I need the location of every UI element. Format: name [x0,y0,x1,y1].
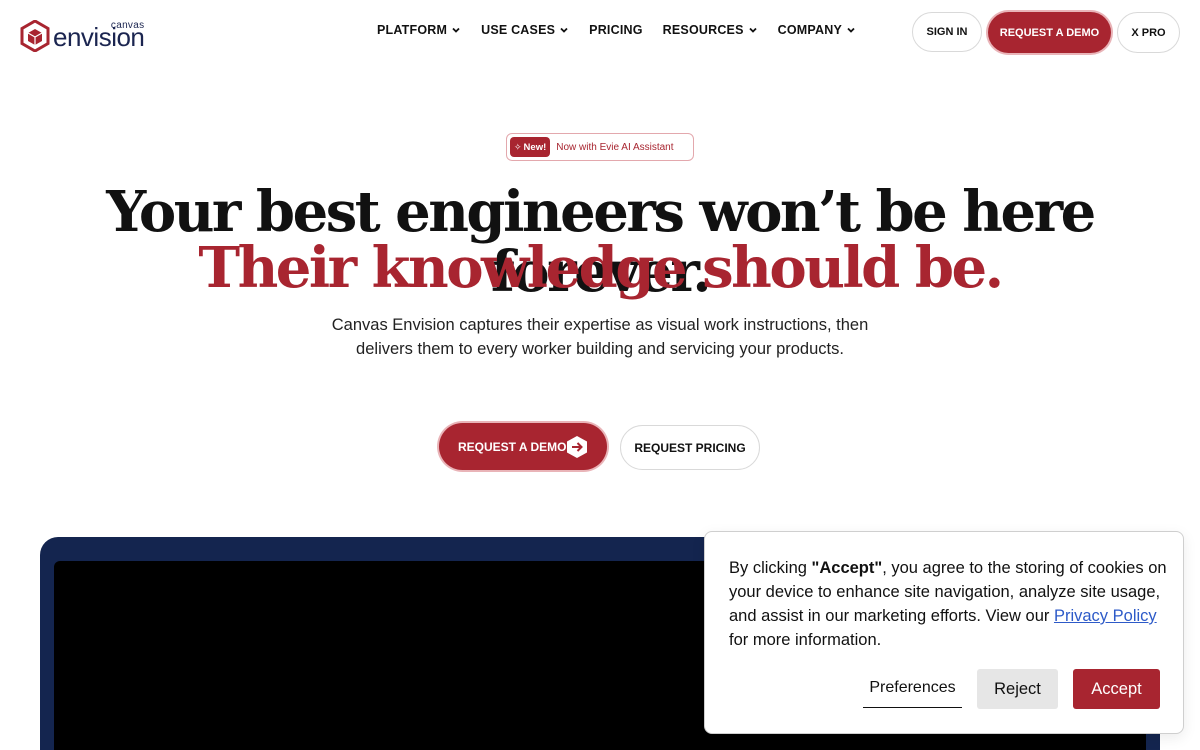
nav-company[interactable]: COMPANY [778,23,856,37]
chevron-down-icon [847,27,855,33]
cookie-reject-button[interactable]: Reject [977,669,1058,709]
logo-small-text: canvas [110,20,145,31]
nav-platform[interactable]: PLATFORM [377,23,461,37]
nav-resources[interactable]: RESOURCES [663,23,758,37]
site-header: canvas envision PLATFORM USE CASES PRICI… [0,0,1200,64]
chevron-down-icon [452,27,460,33]
main-nav: PLATFORM USE CASES PRICING RESOURCES COM… [377,23,876,37]
cookie-preferences-button[interactable]: Preferences [863,668,962,708]
cookie-text-before: By clicking [729,559,812,577]
nav-resources-label: RESOURCES [662,23,744,37]
sparkle-icon: ✧ [514,141,522,152]
nav-pricing-label: PRICING [589,23,643,37]
cube-logo-icon [20,20,50,52]
new-tag: ✧ New! [510,137,551,157]
new-tag-label: New! [523,141,547,153]
announcement-badge[interactable]: ✧ New! Now with Evie AI Assistant [506,133,694,161]
nav-pricing[interactable]: PRICING [589,23,643,37]
cookie-text-end: for more information. [729,631,882,649]
logo-wordmark: canvas envision [53,20,145,52]
cookie-accept-quoted: "Accept" [811,559,883,577]
hero-headline-line2: Their knowledge should be. [198,235,1004,301]
sign-in-button[interactable]: SIGN IN [912,12,982,52]
arrow-right-icon [567,436,587,458]
cookie-message: By clicking "Accept", you agree to the s… [729,556,1169,652]
request-pricing-button[interactable]: REQUEST PRICING [620,425,760,470]
request-demo-header-button[interactable]: REQUEST A DEMO [988,12,1111,53]
cookie-accept-button[interactable]: Accept [1073,669,1160,709]
nav-company-label: COMPANY [777,23,843,37]
hero-subtitle: Canvas Envision captures their expertise… [331,316,869,358]
request-demo-cta-button[interactable]: REQUEST A DEMO [439,423,607,470]
request-demo-cta-label: REQUEST A DEMO [458,439,567,454]
privacy-policy-link[interactable]: Privacy Policy [1054,607,1157,625]
chevron-down-icon [749,27,757,33]
nav-platform-label: PLATFORM [377,23,448,37]
chevron-down-icon [560,27,568,33]
nav-use-cases-label: USE CASES [481,23,556,37]
xpro-button[interactable]: X PRO [1117,12,1180,53]
nav-use-cases[interactable]: USE CASES [481,23,569,37]
logo[interactable]: canvas envision [20,14,160,52]
cookie-banner: By clicking "Accept", you agree to the s… [704,531,1184,734]
badge-text: Now with Evie AI Assistant [556,141,674,153]
